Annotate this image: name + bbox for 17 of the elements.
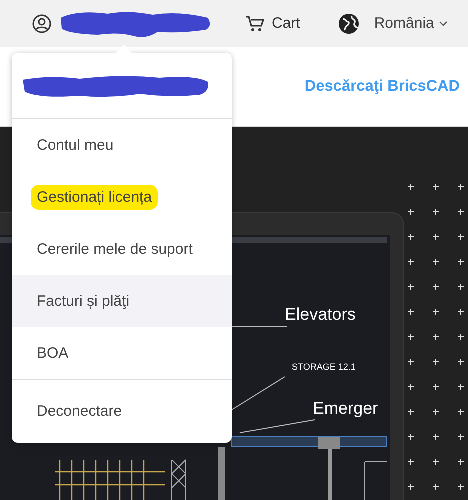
region-dropdown[interactable]: România <box>374 15 448 32</box>
drawing-label: Emerger <box>313 399 378 418</box>
user-icon[interactable] <box>32 14 52 34</box>
menu-item[interactable]: Contul meu <box>12 119 232 171</box>
cart-link[interactable]: Cart <box>245 14 300 32</box>
cart-icon <box>245 14 265 32</box>
leader-line <box>232 376 286 410</box>
globe-icon <box>338 12 360 34</box>
drawing-label: STORAGE 12.1 <box>292 362 356 372</box>
chevron-down-icon <box>439 20 448 26</box>
menu-item[interactable]: Gestionați licența <box>12 171 232 223</box>
menu-item[interactable]: Cererile mele de suport <box>12 223 232 275</box>
menu-item[interactable]: Deconectare <box>12 379 232 443</box>
menu-item[interactable]: BOA <box>12 327 232 379</box>
menu-item[interactable]: Facturi și plăţi <box>12 275 232 327</box>
drawing-label: Elevators <box>285 305 356 324</box>
leader-line <box>232 326 288 328</box>
